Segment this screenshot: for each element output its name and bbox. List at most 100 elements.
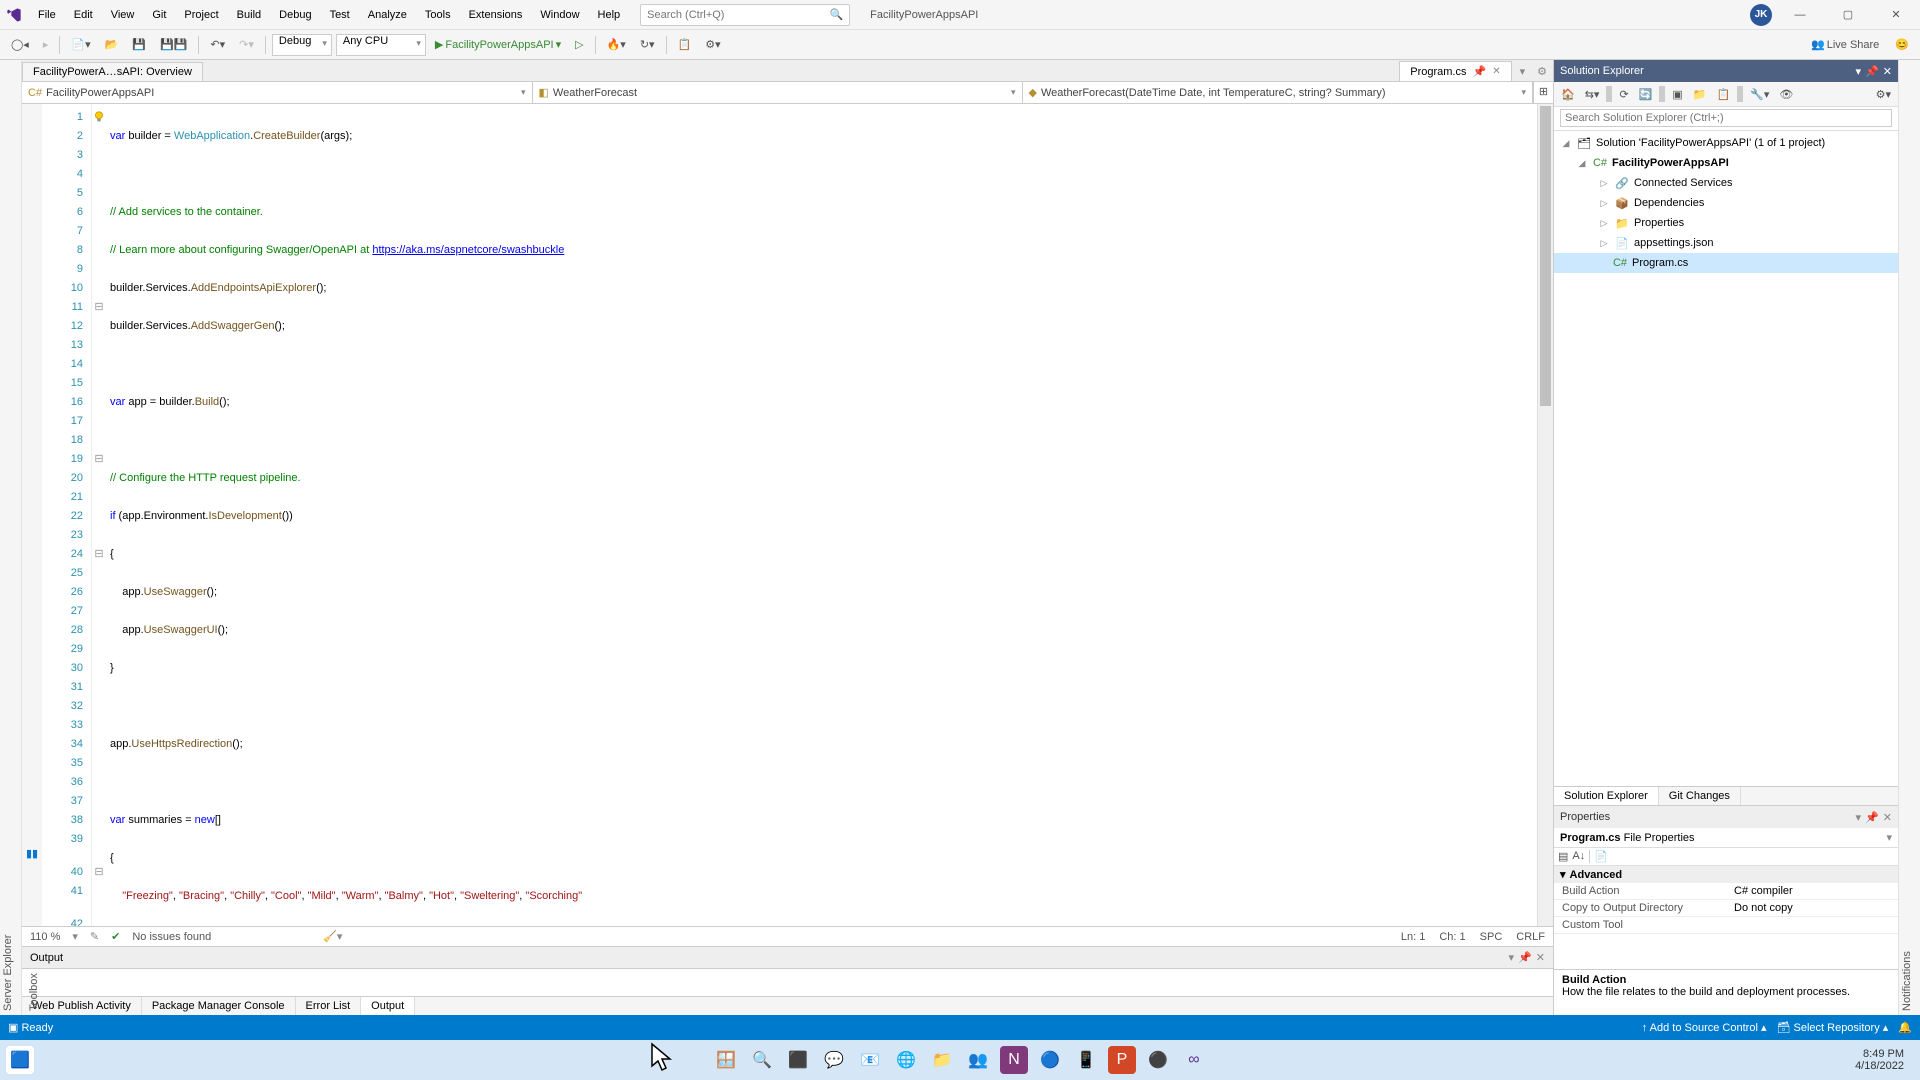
menu-analyze[interactable]: Analyze bbox=[360, 5, 415, 25]
menu-debug[interactable]: Debug bbox=[271, 5, 319, 25]
tree-properties[interactable]: ▷📁Properties bbox=[1554, 213, 1898, 233]
tree-project-node[interactable]: ◢C#FacilityPowerAppsAPI bbox=[1554, 153, 1898, 173]
output-dropdown-icon[interactable]: ▾ bbox=[1509, 951, 1515, 964]
visual-studio-icon[interactable]: ∞ bbox=[1180, 1046, 1208, 1074]
onenote-icon[interactable]: N bbox=[1000, 1046, 1028, 1074]
menu-tools[interactable]: Tools bbox=[417, 5, 459, 25]
save-button[interactable]: 💾 bbox=[127, 35, 151, 54]
menu-test[interactable]: Test bbox=[322, 5, 358, 25]
maximize-button[interactable]: ▢ bbox=[1828, 1, 1868, 29]
start-debug-button[interactable]: ▶ FacilityPowerAppsAPI ▾ bbox=[430, 35, 566, 54]
nav-member-combo[interactable]: ◆WeatherForecast(DateTime Date, int Temp… bbox=[1023, 82, 1534, 103]
alphabetical-icon[interactable]: A↓ bbox=[1572, 850, 1585, 863]
powerpoint-icon[interactable]: P bbox=[1108, 1046, 1136, 1074]
explorer-icon[interactable]: 📁 bbox=[928, 1046, 956, 1074]
taskbar-search-icon[interactable]: 🔍 bbox=[748, 1046, 776, 1074]
forward-button[interactable]: ▸ bbox=[38, 35, 54, 54]
live-share-button[interactable]: 👥 Live Share bbox=[1806, 35, 1884, 54]
edge-icon[interactable]: 🌐 bbox=[892, 1046, 920, 1074]
tree-dependencies[interactable]: ▷📦Dependencies bbox=[1554, 193, 1898, 213]
solution-explorer-search-input[interactable] bbox=[1560, 109, 1892, 127]
se-refresh-icon[interactable]: 📋 bbox=[1713, 86, 1733, 103]
solution-tree[interactable]: ◢🗂Solution 'FacilityPowerAppsAPI' (1 of … bbox=[1554, 131, 1898, 786]
property-value[interactable]: C# compiler bbox=[1726, 883, 1898, 899]
split-editor-icon[interactable]: ⊞ bbox=[1533, 82, 1553, 103]
scroll-thumb[interactable] bbox=[1540, 106, 1551, 406]
menu-help[interactable]: Help bbox=[590, 5, 629, 25]
global-search[interactable]: 🔍 bbox=[640, 4, 850, 26]
vertical-scrollbar[interactable] bbox=[1537, 104, 1553, 926]
undo-button[interactable]: ↶▾ bbox=[205, 35, 230, 54]
error-indicator-icon[interactable]: ✔ bbox=[111, 930, 120, 943]
tab-overview[interactable]: FacilityPowerA…sAPI: Overview bbox=[22, 62, 203, 81]
se-properties-icon[interactable]: 🔧▾ bbox=[1747, 86, 1772, 103]
pin-icon[interactable]: 📌 bbox=[1473, 65, 1487, 78]
task-view-icon[interactable]: ⬛ bbox=[784, 1046, 812, 1074]
panel-pin-icon[interactable]: 📌 bbox=[1865, 811, 1879, 824]
browser-link-button[interactable]: ↻▾ bbox=[635, 35, 660, 54]
code-area[interactable]: var builder = WebApplication.CreateBuild… bbox=[106, 104, 1537, 926]
notifications-tab[interactable]: Notifications bbox=[1899, 66, 1915, 1015]
panel-dropdown-icon[interactable]: ▾ bbox=[1856, 65, 1862, 78]
menu-project[interactable]: Project bbox=[176, 5, 226, 25]
property-pages-icon[interactable]: 📄 bbox=[1594, 850, 1608, 863]
teams-icon[interactable]: 👥 bbox=[964, 1046, 992, 1074]
col-indicator[interactable]: Ch: 1 bbox=[1439, 931, 1465, 943]
collapse-icon[interactable]: ▾ bbox=[1560, 868, 1566, 881]
tab-solution-explorer[interactable]: Solution Explorer bbox=[1554, 787, 1659, 805]
notifications-bell-icon[interactable]: 🔔 bbox=[1898, 1021, 1912, 1034]
categorized-icon[interactable]: ▤ bbox=[1558, 850, 1568, 863]
nav-type-combo[interactable]: ◧WeatherForecast bbox=[533, 82, 1023, 103]
se-show-all-icon[interactable]: 📁 bbox=[1690, 86, 1710, 103]
se-switch-views-icon[interactable]: ⇆▾ bbox=[1582, 86, 1603, 103]
tab-pmc[interactable]: Package Manager Console bbox=[142, 997, 296, 1015]
minimize-button[interactable]: — bbox=[1780, 1, 1820, 29]
hot-reload-button[interactable]: 🔥▾ bbox=[602, 35, 631, 54]
property-row[interactable]: Custom Tool bbox=[1554, 917, 1898, 934]
output-close-icon[interactable]: ✕ bbox=[1536, 951, 1545, 964]
menu-file[interactable]: File bbox=[30, 5, 64, 25]
chat-icon[interactable]: 💬 bbox=[820, 1046, 848, 1074]
solution-explorer-search[interactable] bbox=[1554, 107, 1898, 131]
lineending-indicator[interactable]: CRLF bbox=[1516, 931, 1545, 943]
user-avatar[interactable]: JK bbox=[1750, 4, 1772, 26]
panel-close-icon[interactable]: ✕ bbox=[1883, 65, 1892, 78]
back-button[interactable]: ◯◂ bbox=[6, 35, 34, 54]
platform-select[interactable]: Any CPU bbox=[336, 34, 426, 56]
global-search-input[interactable] bbox=[647, 9, 825, 21]
se-home-icon[interactable]: 🏠 bbox=[1558, 86, 1578, 103]
code-editor[interactable]: ▮▮ 1234567891011121314151617181920212223… bbox=[22, 104, 1553, 926]
close-tab-icon[interactable]: ✕ bbox=[1492, 66, 1500, 77]
output-pin-icon[interactable]: 📌 bbox=[1518, 951, 1532, 964]
tab-program-cs[interactable]: Program.cs📌✕ bbox=[1399, 61, 1511, 81]
chrome-icon[interactable]: 🔵 bbox=[1036, 1046, 1064, 1074]
system-tray[interactable]: 8:49 PM 4/18/2022 bbox=[1855, 1048, 1914, 1072]
new-project-button[interactable]: 📄▾ bbox=[66, 35, 95, 54]
se-sync-icon[interactable]: 🔄 bbox=[1636, 86, 1656, 103]
panel-close-icon[interactable]: ✕ bbox=[1883, 811, 1892, 824]
tab-error-list[interactable]: Error List bbox=[296, 997, 362, 1015]
property-value[interactable]: Do not copy bbox=[1726, 900, 1898, 916]
server-explorer-tab[interactable]: Server Explorer bbox=[0, 66, 16, 1015]
select-repository[interactable]: 🗃 Select Repository ▴ bbox=[1776, 1021, 1888, 1034]
se-collapse-icon[interactable]: ▣ bbox=[1669, 86, 1685, 103]
close-button[interactable]: ✕ bbox=[1876, 1, 1916, 29]
cleanup-icon[interactable]: 🧹▾ bbox=[323, 930, 342, 943]
se-preview-icon[interactable]: 👁 bbox=[1776, 86, 1796, 103]
menu-edit[interactable]: Edit bbox=[66, 5, 101, 25]
start-button[interactable]: 🪟 bbox=[712, 1046, 740, 1074]
menu-view[interactable]: View bbox=[103, 5, 143, 25]
breakpoint-margin[interactable]: ▮▮ bbox=[22, 104, 42, 926]
tab-output[interactable]: Output bbox=[361, 997, 415, 1015]
property-row[interactable]: Build ActionC# compiler bbox=[1554, 883, 1898, 900]
property-row[interactable]: Copy to Output DirectoryDo not copy bbox=[1554, 900, 1898, 917]
tree-solution-node[interactable]: ◢🗂Solution 'FacilityPowerAppsAPI' (1 of … bbox=[1554, 133, 1898, 153]
feedback-button[interactable]: 😊 bbox=[1890, 35, 1914, 54]
configuration-select[interactable]: Debug bbox=[272, 34, 332, 56]
lightbulb-icon[interactable] bbox=[92, 110, 106, 124]
publish-button[interactable]: 📋 bbox=[673, 35, 697, 54]
active-files-dropdown[interactable]: ▾ bbox=[1514, 62, 1532, 81]
add-source-control[interactable]: ↑ Add to Source Control ▴ bbox=[1642, 1021, 1767, 1034]
line-indicator[interactable]: Ln: 1 bbox=[1401, 931, 1425, 943]
powerapps-icon[interactable]: 📱 bbox=[1072, 1046, 1100, 1074]
